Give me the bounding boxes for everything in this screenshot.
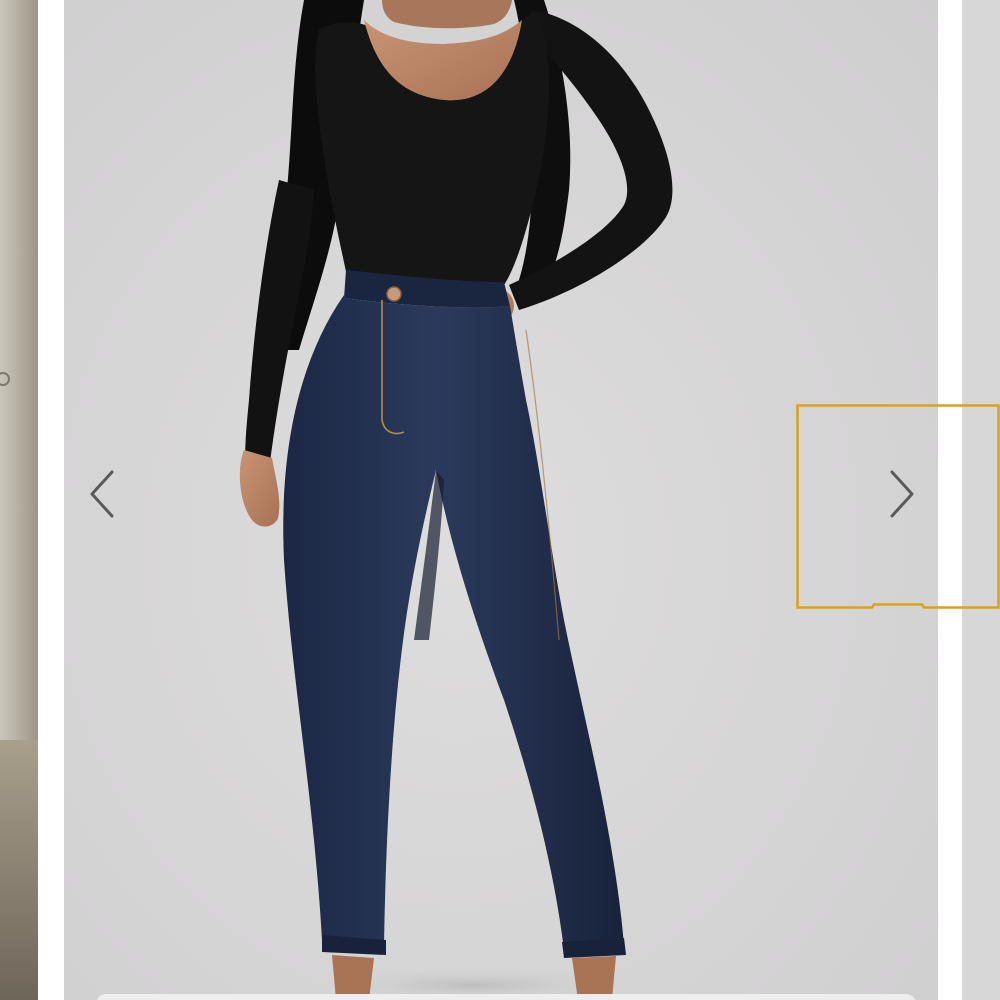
product-gallery xyxy=(0,0,1000,1000)
previous-image-button[interactable] xyxy=(74,462,134,526)
chevron-right-icon xyxy=(890,470,914,518)
next-slide-peek[interactable] xyxy=(962,0,1000,1000)
next-image-button[interactable] xyxy=(870,462,930,526)
previous-slide-peek[interactable] xyxy=(0,0,38,1000)
previous-slide-detail xyxy=(0,372,10,386)
product-photo xyxy=(239,0,673,1000)
current-slide[interactable] xyxy=(64,0,938,1000)
chevron-left-icon xyxy=(90,470,114,518)
bottom-bar-edge xyxy=(96,994,916,1000)
